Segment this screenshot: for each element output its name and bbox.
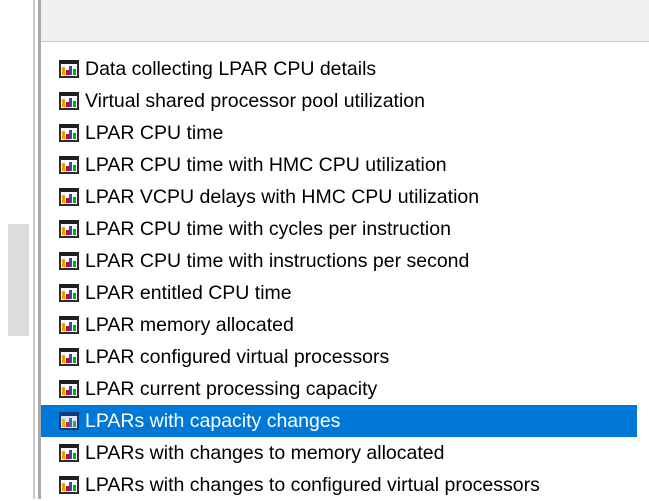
list-item[interactable]: Data collecting LPAR CPU details [41,53,649,85]
list-item[interactable]: LPAR CPU time with HMC CPU utilization [41,149,649,181]
left-pane-scrollbar-thumb[interactable] [8,224,29,336]
bar-chart-icon [59,156,79,174]
list-item-label: LPARs with changes to memory allocated [85,441,445,464]
list-item[interactable]: LPAR entitled CPU time [41,277,649,309]
bar-chart-icon [59,444,79,462]
list-item-label: LPAR VCPU delays with HMC CPU utilizatio… [85,185,480,208]
list-item-label: LPAR current processing capacity [85,377,378,400]
bar-chart-icon [59,220,79,238]
list-item-label: LPARs with changes to configured virtual… [85,473,540,496]
list-item[interactable]: Virtual shared processor pool utilizatio… [41,85,649,117]
list-item[interactable]: LPAR CPU time [41,117,649,149]
list-item[interactable]: LPARs with changes to memory allocated [41,437,649,469]
list-item-label: Data collecting LPAR CPU details [85,57,377,80]
list-item[interactable]: LPAR configured virtual processors [41,341,649,373]
list-item-label: LPARs with capacity changes [85,409,341,432]
list-item[interactable]: LPAR current processing capacity [41,373,649,405]
list-item[interactable]: LPAR VCPU delays with HMC CPU utilizatio… [41,181,649,213]
list-item-label: LPAR CPU time [85,121,224,144]
list-item[interactable]: LPAR CPU time with instructions per seco… [41,245,649,277]
bar-chart-icon [59,348,79,366]
bar-chart-icon [59,380,79,398]
bar-chart-icon [59,284,79,302]
bar-chart-icon [59,92,79,110]
report-list: Data collecting LPAR CPU details Virtual… [41,53,649,501]
pane-divider[interactable] [33,0,35,499]
list-item-label: LPAR CPU time with HMC CPU utilization [85,153,447,176]
bar-chart-icon [59,412,79,430]
list-item[interactable]: LPAR CPU time with cycles per instructio… [41,213,649,245]
bar-chart-icon [59,252,79,270]
list-item[interactable]: LPARs with changes to configured virtual… [41,469,649,501]
list-item[interactable]: LPAR memory allocated [41,309,649,341]
list-item-selected[interactable]: LPARs with capacity changes [41,405,637,437]
list-item-label: LPAR CPU time with instructions per seco… [85,249,470,272]
list-item-label: Virtual shared processor pool utilizatio… [85,89,425,112]
bar-chart-icon [59,316,79,334]
list-item-label: LPAR CPU time with cycles per instructio… [85,217,451,240]
bar-chart-icon [59,188,79,206]
list-item-label: LPAR memory allocated [85,313,294,336]
bar-chart-icon [59,476,79,494]
list-item-label: LPAR entitled CPU time [85,281,292,304]
bar-chart-icon [59,60,79,78]
bar-chart-icon [59,124,79,142]
list-header [41,0,649,42]
list-item-label: LPAR configured virtual processors [85,345,390,368]
